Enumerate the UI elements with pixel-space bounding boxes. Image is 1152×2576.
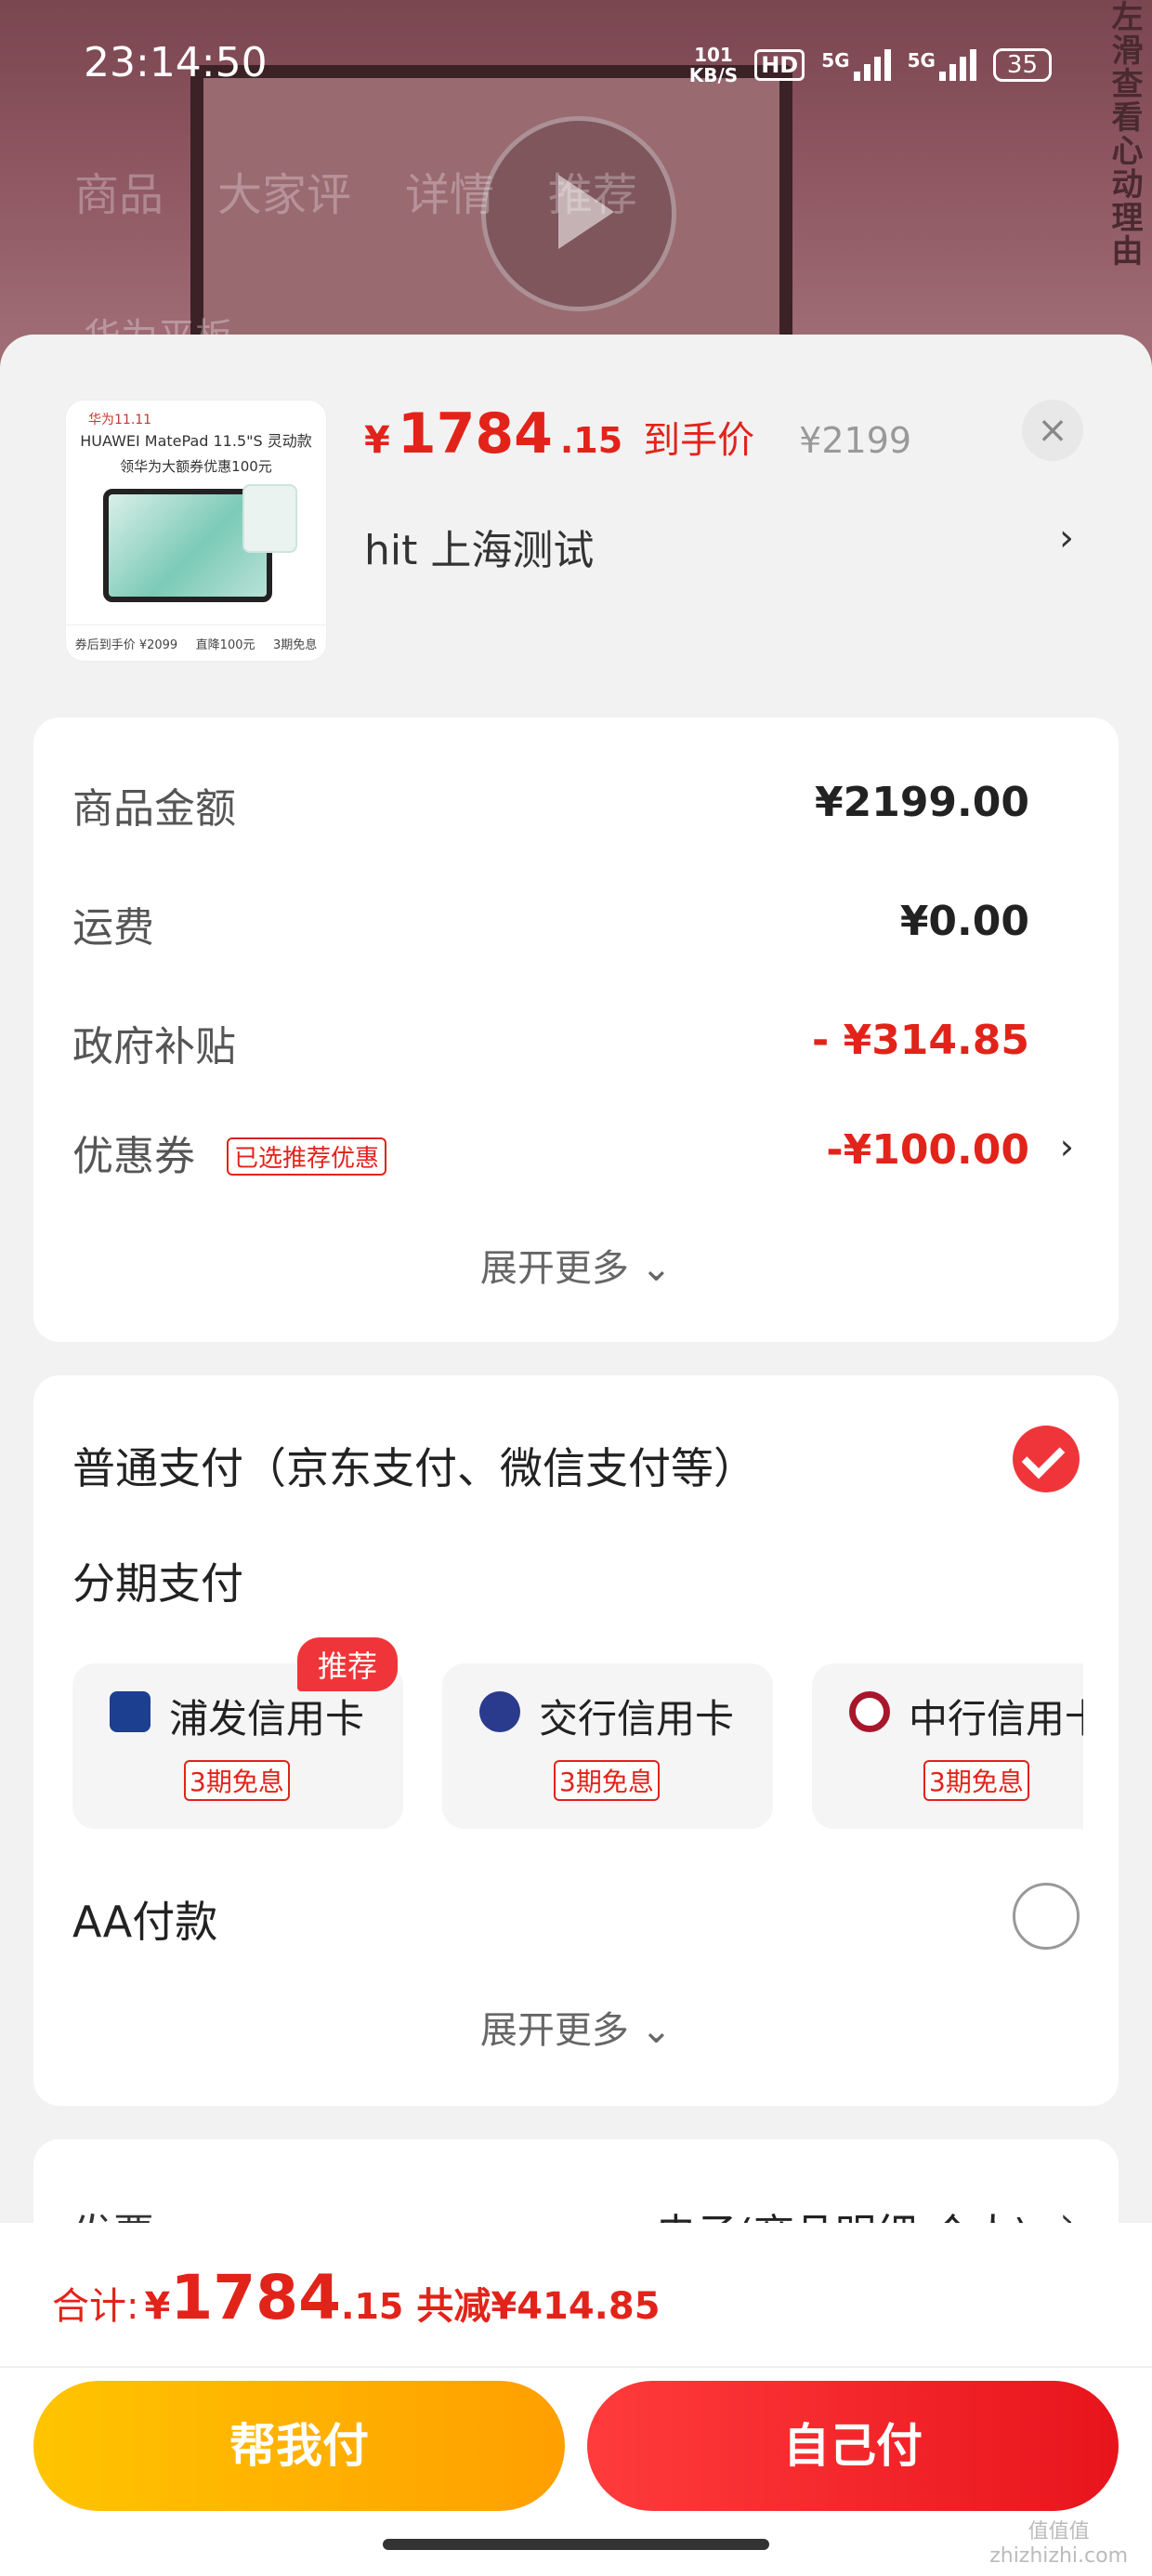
installment-title: 分期支付 xyxy=(72,1558,243,1609)
total-price: 合计: ¥1784.15 共减¥414.85 xyxy=(52,2262,661,2333)
summary-label: 商品金额 xyxy=(72,785,236,833)
bg-tab: 商品 xyxy=(74,169,164,221)
price-label: 到手价 xyxy=(643,419,755,462)
original-price: ¥2199 xyxy=(799,420,912,461)
background-nav-tabs: 商品 大家评 详情 推荐 xyxy=(74,158,637,223)
aa-pay-option[interactable]: AA付款 xyxy=(72,1888,217,1950)
subsidy-value: - ¥314.85 xyxy=(812,1017,1029,1064)
normal-pay-option[interactable]: 普通支付（京东支付、微信支付等） xyxy=(72,1435,756,1496)
help-pay-button[interactable]: 帮我付 xyxy=(33,2381,565,2511)
chevron-down-icon: ⌄ xyxy=(640,2009,673,2052)
bank-tag: 3期免息 xyxy=(554,1760,660,1801)
spdb-logo-icon xyxy=(110,1691,151,1732)
coupon-label[interactable]: 优惠券 xyxy=(72,1123,195,1182)
expand-more-label: 展开更多 xyxy=(479,1247,629,1290)
side-banner-text: 左滑查看心动理由 xyxy=(1106,0,1143,268)
status-time: 23:14:50 xyxy=(84,39,268,86)
net-speed-value: 101 xyxy=(694,44,733,66)
thumb-bottom-item: 直降100元 xyxy=(195,637,255,652)
self-pay-button[interactable]: 自己付 xyxy=(587,2381,1119,2511)
signal-icon: 5G xyxy=(821,49,891,81)
price-symbol: ¥ xyxy=(364,419,390,462)
coupon-badge[interactable]: 已选推荐优惠 xyxy=(227,1137,387,1176)
summary-label: 政府补贴 xyxy=(72,1023,236,1071)
signal-label: 5G xyxy=(821,49,850,72)
total-symbol: ¥ xyxy=(144,2285,171,2328)
divider xyxy=(0,2366,1152,2368)
chevron-right-icon[interactable]: › xyxy=(1059,517,1074,559)
bank-tag: 3期免息 xyxy=(923,1760,1029,1801)
tablet-back-image xyxy=(242,484,297,553)
recommend-tag: 推荐 xyxy=(297,1637,399,1691)
signal-icon: 5G xyxy=(908,49,976,81)
price-integer: 1784 xyxy=(397,401,553,467)
chevron-down-icon: ⌄ xyxy=(640,1247,673,1290)
total-integer: 1784 xyxy=(170,2262,342,2333)
thumb-title: HUAWEI MatePad 11.5"S 灵动款 xyxy=(80,432,312,450)
summary-value: ¥0.00 xyxy=(899,898,1029,945)
thumb-subtitle: 领华为大额券优惠100元 xyxy=(120,458,272,475)
total-decimal: .15 xyxy=(341,2286,404,2327)
bank-name: 中行信用卡 xyxy=(909,1696,1083,1741)
installment-scroller[interactable]: 浦发信用卡 3期免息 交行信用卡 3期免息 中行信用卡 3期免息 xyxy=(33,1654,1083,1840)
bg-tab: 大家评 xyxy=(217,169,352,221)
total-saved: 共减¥414.85 xyxy=(416,2285,661,2328)
bocom-logo-icon xyxy=(479,1691,520,1732)
checkout-bar: 合计: ¥1784.15 共减¥414.85 帮我付 自己付 xyxy=(0,2223,1152,2576)
home-indicator[interactable] xyxy=(383,2539,769,2550)
price-decimal: .15 xyxy=(559,420,623,461)
expand-more-label: 展开更多 xyxy=(479,2009,629,2052)
total-label: 合计: xyxy=(52,2285,139,2328)
bank-card-bocom[interactable]: 交行信用卡 3期免息 xyxy=(442,1663,773,1829)
hd-icon: HD xyxy=(754,49,805,81)
expand-more-button[interactable]: 展开更多 ⌄ xyxy=(33,2000,1119,2054)
watermark: 值值值 zhizhizhi.com xyxy=(989,2520,1128,2568)
price-summary-card: 商品金额 ¥2199.00 运费 ¥0.00 政府补贴 - ¥314.85 优惠… xyxy=(33,717,1119,1342)
bg-tab: 推荐 xyxy=(548,169,638,221)
close-icon: × xyxy=(1037,409,1068,452)
expand-more-button[interactable]: 展开更多 ⌄ xyxy=(33,1238,1119,1292)
bank-name: 交行信用卡 xyxy=(539,1696,735,1741)
signal-label: 5G xyxy=(907,49,936,72)
net-speed: 101 KB/S xyxy=(689,45,738,85)
coupon-value[interactable]: -¥100.00 xyxy=(826,1126,1029,1174)
thumb-bottom-strip: 券后到手价 ¥2099 直降100元 3期免息 xyxy=(66,624,326,661)
close-button[interactable]: × xyxy=(1022,400,1083,461)
battery-icon: 35 xyxy=(992,48,1052,82)
boc-logo-icon xyxy=(849,1691,890,1732)
product-thumbnail[interactable]: 华为11.11 HUAWEI MatePad 11.5"S 灵动款 领华为大额券… xyxy=(65,400,327,662)
aa-pay-radio[interactable] xyxy=(1013,1883,1080,1950)
thumb-bottom-item: 券后到手价 ¥2099 xyxy=(74,637,178,652)
summary-label: 运费 xyxy=(72,904,154,952)
chevron-right-icon[interactable]: › xyxy=(1060,1126,1074,1167)
bank-card-boc[interactable]: 中行信用卡 3期免息 xyxy=(812,1663,1083,1829)
bank-name: 浦发信用卡 xyxy=(169,1696,365,1741)
thumb-tag: 华为11.11 xyxy=(88,413,152,427)
status-icons: 101 KB/S HD 5G 5G 35 xyxy=(689,45,1052,85)
bank-tag: 3期免息 xyxy=(184,1760,290,1801)
summary-value: ¥2199.00 xyxy=(814,779,1029,826)
bg-tab: 详情 xyxy=(405,169,495,221)
delivery-address[interactable]: hit 上海测试 xyxy=(364,517,594,576)
product-price: ¥1784.15 到手价 ¥2199 xyxy=(364,401,911,467)
thumb-bottom-item: 3期免息 xyxy=(272,637,318,652)
checkmark-icon[interactable] xyxy=(1013,1426,1080,1492)
net-speed-unit: KB/S xyxy=(688,64,739,86)
